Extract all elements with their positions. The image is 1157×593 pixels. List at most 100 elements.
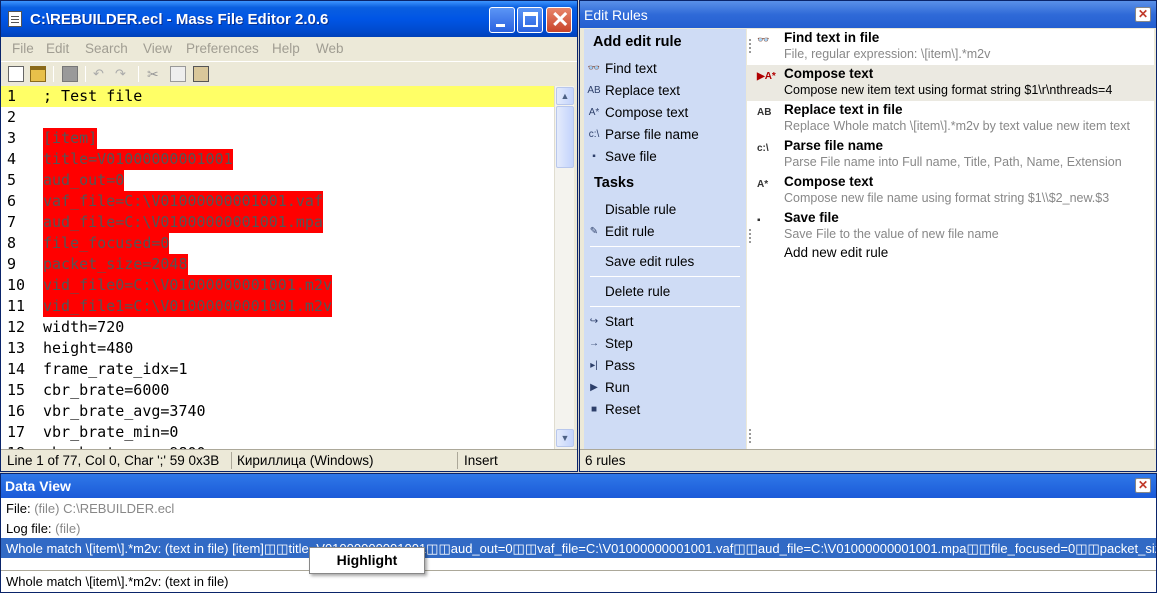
redo-icon[interactable]: ↷: [115, 66, 131, 82]
code-line[interactable]: 6 vaf_file=C:\V01000000001001.vaf: [1, 191, 554, 212]
code-line[interactable]: 7 aud_file=C:\V01000000001001.mpa: [1, 212, 554, 233]
step-task[interactable]: → Step: [584, 334, 744, 354]
pass-icon: ▸|: [590, 360, 598, 371]
rule-item[interactable]: ▪ Save file Save File to the value of new …: [747, 209, 1154, 245]
whole-match-row[interactable]: Whole match \[item\].*m2v: (text in file…: [1, 538, 1156, 558]
code-line[interactable]: 16 vbr_brate_avg=3740: [1, 401, 554, 422]
whole-match-summary-row[interactable]: Whole match \[item\].*m2v: (text in file…: [1, 570, 1156, 590]
code-line[interactable]: 15 cbr_brate=6000: [1, 380, 554, 401]
code-line[interactable]: 4 title=V01000000001001: [1, 149, 554, 170]
code-line[interactable]: 2: [1, 107, 554, 128]
start-icon: ↪: [589, 316, 599, 327]
menu-help[interactable]: Help: [272, 41, 300, 56]
rule-count: 6 rules: [585, 453, 626, 468]
menu-file[interactable]: File: [12, 41, 34, 56]
encoding-status: Кириллица (Windows): [237, 453, 374, 468]
code-line[interactable]: 5 aud_out=0: [1, 170, 554, 191]
undo-icon[interactable]: ↶: [93, 66, 109, 82]
run-icon: ▶: [590, 382, 598, 393]
rule-title: Parse file name: [784, 138, 884, 153]
code-line[interactable]: 17 vbr_brate_min=0: [1, 422, 554, 443]
rule-item[interactable]: A* Compose text Compose new file name usin…: [747, 173, 1154, 209]
close-button[interactable]: ✕: [546, 7, 572, 33]
line-text: packet_size=2048: [43, 254, 188, 275]
whole-match-text: Whole match \[item\].*m2v: (text in file…: [6, 541, 1156, 556]
line-text: vbr_brate_avg=3740: [43, 402, 206, 420]
menu-web[interactable]: Web: [316, 41, 344, 56]
add-new-edit-rule-link[interactable]: Add new edit rule: [784, 245, 888, 260]
menu-edit[interactable]: Edit: [46, 41, 69, 56]
line-number: 5: [7, 171, 17, 189]
rule-title: Find text in file: [784, 30, 880, 45]
code-line[interactable]: 13 height=480: [1, 338, 554, 359]
minimize-button[interactable]: [489, 7, 515, 33]
code-editor[interactable]: 1 ; Test file 2 3 [item] 4 title=V010000000010…: [1, 86, 554, 449]
log-file-value: (file): [55, 521, 81, 536]
start-task[interactable]: ↪ Start: [584, 312, 744, 332]
pass-task[interactable]: ▸| Pass: [584, 356, 744, 376]
scroll-up-button[interactable]: ▲: [556, 87, 574, 105]
disable-rule-task[interactable]: Disable rule: [584, 200, 744, 220]
open-folder-icon[interactable]: [30, 66, 46, 82]
menu-search[interactable]: Search: [85, 41, 128, 56]
vertical-scrollbar[interactable]: ▲ ▼: [554, 86, 574, 449]
maximize-button[interactable]: [517, 7, 543, 33]
rule-item[interactable]: ▶A* Compose text Compose new item text usi…: [747, 65, 1154, 101]
binoculars-icon: 👓: [587, 63, 601, 74]
splitter-grip[interactable]: [749, 39, 751, 53]
log-file-label: Log file:: [6, 521, 52, 536]
data-view-close-button[interactable]: ✕: [1135, 478, 1151, 493]
line-text: title=V01000000001001: [43, 149, 233, 170]
delete-rule-task[interactable]: Delete rule: [584, 282, 744, 302]
add-compose-text[interactable]: A* Compose text: [584, 103, 744, 123]
edit-rules-close-button[interactable]: ✕: [1135, 7, 1151, 22]
editor-status-bar: Line 1 of 77, Col 0, Char ';' 59 0x3B Ки…: [1, 449, 577, 471]
rule-item[interactable]: 👓 Find text in file File, regular expressi…: [747, 29, 1154, 65]
run-task[interactable]: ▶ Run: [584, 378, 744, 398]
copy-icon[interactable]: [170, 66, 186, 82]
add-find-text[interactable]: 👓 Find text: [584, 59, 744, 79]
save-disk-icon[interactable]: [62, 66, 78, 82]
save-edit-rules-task[interactable]: Save edit rules: [584, 252, 744, 272]
add-replace-text-label: Replace text: [605, 83, 681, 98]
splitter-grip[interactable]: [749, 229, 751, 243]
edit-rules-title-bar[interactable]: Edit Rules ✕: [580, 1, 1156, 28]
edit-rule-icon: ✎: [589, 226, 599, 237]
add-replace-text[interactable]: AB Replace text: [584, 81, 744, 101]
data-view-title-bar[interactable]: Data View ✕: [1, 474, 1156, 498]
code-line[interactable]: 9 packet_size=2048: [1, 254, 554, 275]
code-line[interactable]: 1 ; Test file: [1, 86, 554, 107]
code-line[interactable]: 3 [item]: [1, 128, 554, 149]
rule-item[interactable]: c:\ Parse file name Parse File name into F…: [747, 137, 1154, 173]
paste-icon[interactable]: [193, 66, 209, 82]
code-line[interactable]: 10 vid_file0=C:\V01000000001001.m2v: [1, 275, 554, 296]
cut-icon[interactable]: ✂: [147, 66, 163, 82]
reset-task-label: Reset: [605, 402, 641, 417]
file-row[interactable]: File: (file) C:\REBUILDER.ecl: [1, 498, 1156, 518]
code-line[interactable]: 12 width=720: [1, 317, 554, 338]
replace-text-icon: AB: [757, 107, 772, 118]
code-line[interactable]: 11 vid_file1=C:\V01000000001001.m2v: [1, 296, 554, 317]
splitter-grip[interactable]: [749, 429, 751, 443]
menu-preferences[interactable]: Preferences: [186, 41, 259, 56]
add-parse-file-name[interactable]: c:\ Parse file name: [584, 125, 744, 145]
rule-list[interactable]: 👓 Find text in file File, regular expressi…: [747, 29, 1154, 449]
minimize-icon: [496, 24, 505, 27]
rule-description: Replace Whole match \[item\].*m2v by tex…: [784, 119, 1130, 133]
code-line[interactable]: 14 frame_rate_idx=1: [1, 359, 554, 380]
editor-title-bar[interactable]: C:\REBUILDER.ecl - Mass File Editor 2.0.…: [1, 1, 577, 37]
scroll-down-button[interactable]: ▼: [556, 429, 574, 447]
line-number: 7: [7, 213, 17, 231]
menu-view[interactable]: View: [143, 41, 172, 56]
rule-item[interactable]: AB Replace text in file Replace Whole matc…: [747, 101, 1154, 137]
add-save-file[interactable]: ▪ Save file: [584, 147, 744, 167]
new-file-icon[interactable]: [8, 66, 24, 82]
edit-rule-task[interactable]: ✎ Edit rule: [584, 222, 744, 242]
code-line[interactable]: 8 file_focused=0: [1, 233, 554, 254]
tasks-header: Tasks: [594, 175, 635, 191]
scroll-thumb[interactable]: [556, 106, 574, 168]
log-file-row[interactable]: Log file: (file): [1, 518, 1156, 538]
reset-task[interactable]: ■ Reset: [584, 400, 744, 420]
rule-description: Save File to the value of new file name: [784, 227, 999, 241]
line-text: vid_file0=C:\V01000000001001.m2v: [43, 275, 332, 296]
